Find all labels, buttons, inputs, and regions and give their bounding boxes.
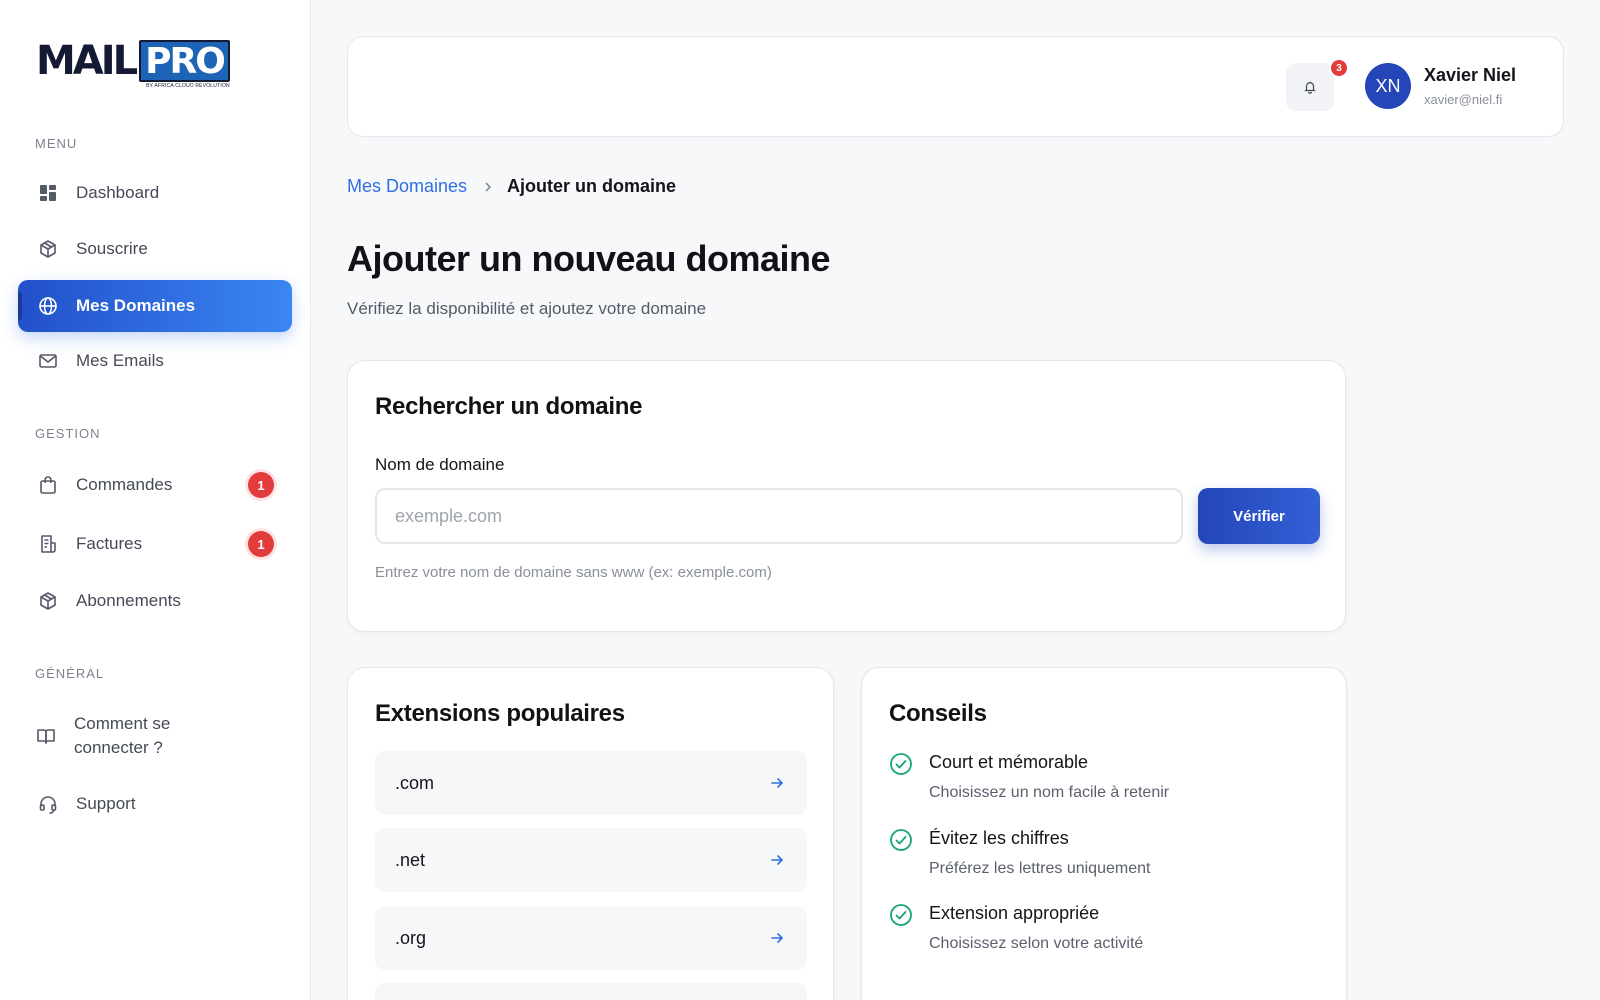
extension-item-partial[interactable] — [375, 983, 807, 1000]
logo-text-pro: PRO — [139, 40, 230, 82]
tip-title: Court et mémorable — [929, 752, 1089, 772]
popular-extensions-card: Extensions populaires .com .net .org — [347, 667, 834, 1000]
tips-card-title: Conseils — [889, 700, 987, 727]
sidebar-item-comment-se-connecter[interactable]: Comment se connecter ? — [18, 708, 292, 764]
commandes-count-badge: 1 — [248, 472, 274, 498]
sidebar-item-label: Mes Emails — [76, 351, 164, 370]
section-title-menu: MENU — [35, 136, 78, 151]
extension-item-org[interactable]: .org — [375, 906, 807, 970]
sidebar-item-label: Support — [76, 794, 136, 813]
check-circle-icon — [890, 904, 912, 926]
factures-count-badge: 1 — [248, 531, 274, 557]
open-book-icon — [36, 726, 56, 746]
arrow-right-icon — [771, 855, 784, 865]
page-title: Ajouter un nouveau domaine — [347, 238, 831, 279]
chevron-right-icon — [483, 179, 493, 195]
sidebar-item-factures[interactable]: Factures 1 — [18, 518, 292, 570]
logo-text-mail: MAIL — [36, 38, 138, 84]
user-name: Xavier Niel — [1424, 65, 1517, 85]
search-card-title: Rechercher un domaine — [375, 393, 643, 420]
domain-name-input[interactable] — [375, 488, 1183, 544]
logo-tagline: BY AFRICA CLOUD REVOLUTION — [146, 83, 230, 89]
tips-card: Conseils Court et mémorable Choisissez u… — [861, 667, 1347, 1000]
headset-icon — [38, 794, 58, 814]
domain-search-card: Rechercher un domaine Nom de domaine Vér… — [347, 360, 1346, 632]
extension-label: .org — [395, 927, 427, 948]
mail-envelope-icon — [38, 351, 58, 371]
package-cube-icon — [38, 591, 58, 611]
extension-label: .net — [395, 849, 426, 870]
dashboard-grid-icon — [38, 183, 58, 203]
sidebar-item-mes-emails[interactable]: Mes Emails — [18, 335, 292, 387]
logo-pro-block: PRO BY AFRICA CLOUD REVOLUTION — [139, 40, 230, 89]
extensions-card-title: Extensions populaires — [375, 700, 625, 727]
breadcrumb-current: Ajouter un domaine — [507, 176, 677, 196]
arrow-right-icon — [771, 933, 784, 943]
section-title-general: GÉNÉRAL — [35, 666, 105, 681]
sidebar-item-souscrire[interactable]: Souscrire — [18, 223, 292, 275]
bell-icon — [1304, 82, 1316, 94]
sidebar-item-label: Mes Domaines — [76, 296, 196, 315]
page-subtitle: Vérifiez la disponibilité et ajoutez vot… — [347, 299, 707, 318]
mailpro-logo[interactable]: MAIL PRO BY AFRICA CLOUD REVOLUTION — [36, 40, 230, 89]
package-cube-icon — [38, 239, 58, 259]
notification-count-badge: 3 — [1329, 58, 1349, 78]
sidebar: MAIL PRO BY AFRICA CLOUD REVOLUTION MENU… — [0, 0, 311, 1000]
tip-description: Choisissez un nom facile à retenir — [929, 784, 1170, 801]
tip-title: Évitez les chiffres — [929, 828, 1069, 848]
check-circle-icon — [890, 753, 912, 775]
tip-description: Choisissez selon votre activité — [929, 935, 1144, 952]
invoice-icon — [38, 534, 58, 554]
domain-field-label: Nom de domaine — [375, 455, 505, 474]
domain-helper-text: Entrez votre nom de domaine sans www (ex… — [375, 564, 772, 581]
section-title-gestion: GESTION — [35, 426, 101, 441]
shopping-bag-icon — [38, 475, 58, 495]
tip-description: Préférez les lettres uniquement — [929, 860, 1151, 877]
sidebar-item-support[interactable]: Support — [18, 778, 292, 830]
arrow-right-icon — [771, 778, 784, 788]
sidebar-item-label: Comment se connecter ? — [74, 714, 171, 757]
check-circle-icon — [890, 829, 912, 851]
user-email: xavier@niel.fi — [1424, 92, 1503, 107]
user-avatar[interactable]: XN — [1365, 63, 1411, 109]
tip-title: Extension appropriée — [929, 903, 1100, 923]
extension-item-com[interactable]: .com — [375, 751, 807, 815]
topbar: 3 XN Xavier Niel xavier@niel.fi — [347, 36, 1564, 137]
sidebar-item-label: Souscrire — [76, 239, 148, 258]
notifications-button[interactable] — [1286, 63, 1334, 111]
verify-button[interactable]: Vérifier — [1198, 488, 1320, 544]
breadcrumb-link-mes-domaines[interactable]: Mes Domaines — [347, 176, 467, 197]
sidebar-item-commandes[interactable]: Commandes 1 — [18, 459, 292, 511]
extension-item-net[interactable]: .net — [375, 828, 807, 892]
breadcrumb: Mes Domaines Ajouter un domaine — [347, 176, 676, 197]
extension-label: .com — [395, 772, 435, 793]
sidebar-item-label: Commandes — [76, 475, 173, 494]
sidebar-item-label: Abonnements — [76, 591, 181, 610]
globe-icon — [38, 296, 58, 316]
sidebar-item-label: Dashboard — [76, 183, 160, 202]
sidebar-item-abonnements[interactable]: Abonnements — [18, 575, 292, 627]
sidebar-item-label: Factures — [76, 534, 143, 553]
sidebar-item-mes-domaines[interactable]: Mes Domaines — [18, 280, 292, 332]
sidebar-item-dashboard[interactable]: Dashboard — [18, 167, 292, 219]
